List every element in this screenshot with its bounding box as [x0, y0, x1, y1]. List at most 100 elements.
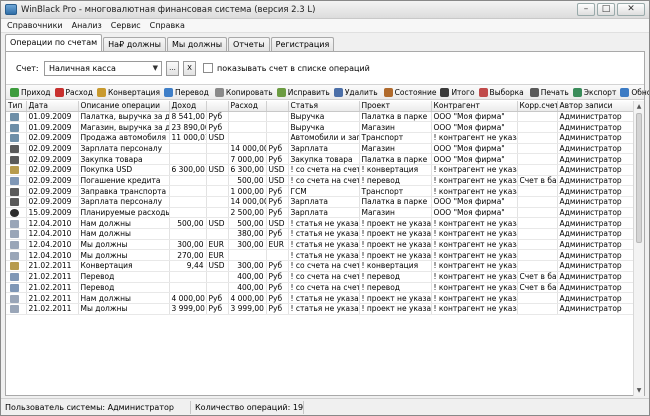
toolbar-button[interactable]: Расход	[53, 85, 95, 99]
col-item[interactable]: Статья	[288, 101, 360, 112]
row-date: 01.09.2009	[26, 121, 79, 133]
col-description[interactable]: Описание операции	[78, 101, 170, 112]
row-project: ! конвертация	[359, 164, 432, 176]
col-partner[interactable]: Контрагент	[431, 101, 518, 112]
row-author: Администратор	[557, 164, 634, 176]
scroll-up-icon[interactable]: ▲	[634, 101, 644, 112]
income-icon	[10, 112, 19, 121]
convert-icon	[10, 262, 19, 271]
table-row[interactable]: 02.09.2009 Закупка товара 7 000,00 Руб Закуп…	[6, 153, 634, 165]
table-row[interactable]: 02.09.2009 Погашение кредита 500,00 USD! со…	[6, 175, 634, 187]
row-income-currency: Руб	[206, 292, 229, 304]
income-icon	[10, 123, 19, 132]
table-row[interactable]: 21.02.2011 Конвертация 9,44 USD 300,00 Руб! с…	[6, 260, 634, 272]
menu-help[interactable]: Справка	[150, 21, 185, 30]
debt-icon	[10, 241, 19, 249]
toolbar: Приход Расход Конвертация Перевод Копировать…	[6, 84, 649, 100]
col-expense-currency[interactable]	[266, 101, 289, 112]
show-account-checkbox[interactable]	[203, 63, 213, 73]
table-row[interactable]: 02.09.2009 Зарплата персоналу 14 000,00 Руб…	[6, 143, 634, 155]
row-partner: ! контрагент не указан	[431, 185, 518, 197]
col-project[interactable]: Проект	[359, 101, 432, 112]
table-row[interactable]: 01.09.2009Магазин, выручка за день23 890…	[6, 121, 634, 133]
toolbar-button[interactable]: Конвертация	[95, 85, 162, 99]
minimize-icon[interactable]: –	[577, 3, 595, 16]
col-income-currency[interactable]	[206, 101, 229, 112]
maximize-icon[interactable]: □	[597, 3, 615, 16]
table-row[interactable]: 02.09.2009 Покупка USD 6 300,00 USD 6 300,00…	[6, 164, 634, 176]
account-row: Счет: Наличная касса ▼ ... X показывать …	[6, 52, 644, 84]
table-row[interactable]: 21.02.2011 Нам должны 4 000,00 Руб 4 000,00 Р…	[6, 292, 634, 304]
close-icon[interactable]: ✕	[617, 3, 645, 16]
row-income: 23 890,00	[169, 121, 207, 133]
row-author: Администратор	[557, 239, 634, 251]
toolbar-button[interactable]: Печать	[528, 85, 571, 99]
scroll-thumb[interactable]	[636, 113, 642, 243]
show-account-label: показывать счет в списке операций	[217, 63, 370, 73]
table-row[interactable]: 12.04.2010 Нам должны 500,00 USD 500,00 USD! …	[6, 217, 634, 230]
tab-registration[interactable]: Регистрация	[270, 37, 335, 51]
row-type	[6, 143, 27, 155]
table-row[interactable]: 02.09.2009 Заправка транспорта 1 000,00 Руб…	[6, 185, 634, 197]
row-description: Продажа автомобиля	[78, 132, 170, 144]
table-row[interactable]: 01.09.2009Палатка, выручка за день8 541,…	[6, 111, 634, 123]
row-income-currency: USD	[206, 132, 229, 144]
toolbar-button[interactable]: Состояние	[382, 85, 439, 99]
row-item: ! статья не указана	[288, 292, 360, 304]
table-row[interactable]: 15.09.2009 Планируемые расходы 2 500,00 Руб…	[6, 207, 634, 219]
col-date[interactable]: Дата	[26, 101, 79, 112]
toolbar-button[interactable]: Приход	[8, 85, 53, 99]
tab-account-operations[interactable]: Операции по счетам	[5, 34, 103, 51]
col-income[interactable]: Доход	[169, 101, 207, 112]
row-partner: ООО "Моя фирма"	[431, 153, 518, 165]
toolbar-button[interactable]: Перевод	[162, 85, 211, 99]
row-expense-currency: Руб	[266, 260, 289, 272]
toolbar-button[interactable]: Экспорт	[571, 85, 619, 99]
account-clear-button[interactable]: X	[183, 60, 196, 76]
table-row[interactable]: 12.04.2010 Нам должны 380,00 Руб! статья не…	[6, 228, 634, 240]
menu-service[interactable]: Сервис	[111, 21, 141, 30]
toolbar-button[interactable]: Обновить	[618, 85, 649, 99]
account-browse-button[interactable]: ...	[166, 60, 179, 76]
menu-directories[interactable]: Справочники	[7, 21, 63, 30]
table-row[interactable]: 12.04.2010 Мы должны 270,00 EUR ! статья не …	[6, 249, 634, 262]
row-item: ГСМ	[288, 185, 360, 197]
vertical-scrollbar[interactable]: ▲ ▼	[633, 101, 644, 396]
toolbar-button-label: Расход	[65, 87, 93, 97]
account-select[interactable]: Наличная касса ▼	[44, 60, 162, 76]
toolbar-button[interactable]: Копировать	[213, 85, 275, 99]
toolbar-button[interactable]: Исправить	[275, 85, 332, 99]
row-income	[169, 207, 207, 219]
toolbar-button[interactable]: Итого	[438, 85, 476, 99]
toolbar-button[interactable]: Выборка	[477, 85, 526, 99]
table-row[interactable]: 21.02.2011 Перевод 400,00 Руб! со счета на …	[6, 282, 634, 294]
row-project: ! проект не указан	[359, 303, 432, 315]
table-row[interactable]: 21.02.2011 Перевод 400,00 Руб! со счета на …	[6, 271, 634, 283]
scroll-down-icon[interactable]: ▼	[634, 385, 644, 396]
row-date: 21.02.2011	[26, 260, 79, 272]
menu-analysis[interactable]: Анализ	[72, 21, 102, 30]
col-type[interactable]: Тип	[6, 101, 27, 112]
row-income-currency	[206, 143, 229, 155]
tab-owed-to-us[interactable]: На₽ должны	[103, 37, 166, 51]
col-author[interactable]: Автор записи	[557, 101, 634, 112]
row-corr-account	[517, 143, 558, 155]
print-icon	[529, 87, 539, 97]
row-description: Нам должны	[78, 217, 170, 230]
table-row[interactable]: 02.09.2009 Продажа автомобиля 11 000,01 USD…	[6, 132, 634, 144]
tab-we-owe[interactable]: Мы должны	[166, 37, 228, 51]
toolbar-button[interactable]: Удалить	[332, 85, 380, 99]
row-partner: ! контрагент не указан	[431, 164, 518, 176]
table-row[interactable]: 21.02.2011 Мы должны 3 999,00 Руб 3 999,00 Ру…	[6, 303, 634, 315]
row-partner: ! контрагент не указан	[431, 239, 518, 251]
row-item: Выручка	[288, 121, 360, 133]
col-expense[interactable]: Расход	[228, 101, 267, 112]
row-partner: ! контрагент не указан	[431, 271, 518, 283]
row-expense: 380,00	[228, 228, 267, 240]
row-description: Перевод	[78, 271, 170, 283]
table-row[interactable]: 12.04.2010 Мы должны 300,00 EUR 300,00 EUR! с…	[6, 239, 634, 251]
table-row[interactable]: 02.09.2009 Зарплата персоналу 14 000,00 Руб…	[6, 196, 634, 208]
tab-reports[interactable]: Отчеты	[228, 37, 270, 51]
toolbar-button-label: Состояние	[394, 87, 437, 97]
col-corr-account[interactable]: Корр.счет	[517, 101, 558, 112]
